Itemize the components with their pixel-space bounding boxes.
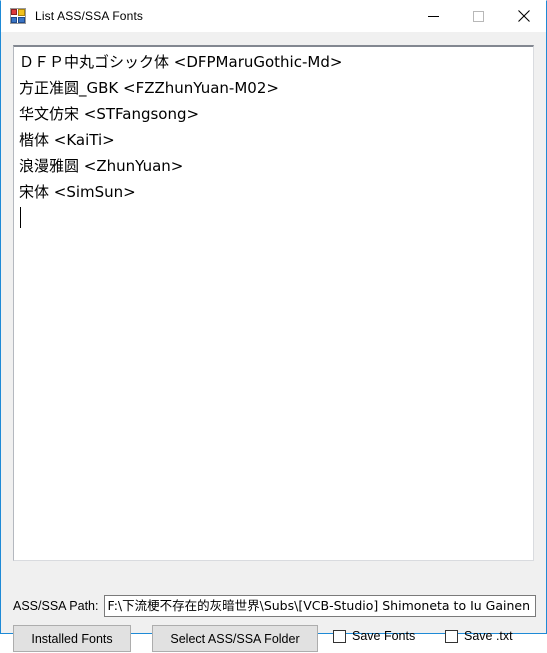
text-caret — [20, 207, 21, 228]
checkbox-box-icon[interactable] — [333, 629, 346, 643]
window-controls — [411, 1, 546, 31]
window-title: List ASS/SSA Fonts — [35, 9, 144, 23]
save-fonts-label: Save Fonts — [352, 629, 416, 643]
title-bar[interactable]: List ASS/SSA Fonts — [1, 1, 546, 32]
minimize-button[interactable] — [411, 1, 456, 31]
close-button[interactable] — [501, 1, 546, 31]
font-list-item: 宋体 <SimSun> — [19, 183, 136, 201]
client-area: ＤＦＰ中丸ゴシック体 <DFPMaruGothic-Md> 方正准圆_GBK <… — [1, 32, 546, 652]
save-txt-label: Save .txt — [464, 629, 513, 643]
installed-fonts-button[interactable]: Installed Fonts — [13, 625, 131, 652]
minimize-icon — [428, 15, 439, 17]
font-list-item: 华文仿宋 <STFangsong> — [19, 105, 200, 123]
maximize-button[interactable] — [456, 1, 501, 31]
close-icon — [517, 10, 530, 22]
font-list-item: 浪漫雅圆 <ZhunYuan> — [19, 157, 184, 175]
text-caret-line — [17, 205, 533, 231]
application-window: List ASS/SSA Fonts ＤＦＰ中丸ゴシック体 <DFPMaruGo… — [0, 0, 547, 652]
maximize-icon — [473, 10, 484, 22]
font-list: ＤＦＰ中丸ゴシック体 <DFPMaruGothic-Md> 方正准圆_GBK <… — [17, 49, 533, 231]
path-input[interactable]: F:\下流梗不存在的灰暗世界\Subs\[VCB-Studio] Shimone… — [104, 594, 536, 617]
font-list-item: ＤＦＰ中丸ゴシック体 <DFPMaruGothic-Md> — [19, 53, 343, 71]
font-list-item: 方正准圆_GBK <FZZhunYuan-M02> — [19, 79, 279, 97]
select-ass-ssa-folder-button[interactable]: Select ASS/SSA Folder — [152, 625, 318, 652]
font-list-item: 楷体 <KaiTi> — [19, 131, 115, 149]
path-row: ASS/SSA Path: F:\下流梗不存在的灰暗世界\Subs\[VCB-S… — [13, 594, 536, 617]
save-txt-checkbox[interactable]: Save .txt — [445, 629, 513, 643]
save-fonts-checkbox[interactable]: Save Fonts — [333, 629, 415, 643]
application-icon — [10, 8, 26, 24]
path-label: ASS/SSA Path: — [13, 598, 99, 613]
checkbox-box-icon[interactable] — [445, 629, 458, 643]
font-list-textbox[interactable]: ＤＦＰ中丸ゴシック体 <DFPMaruGothic-Md> 方正准圆_GBK <… — [13, 45, 534, 561]
action-row: Installed Fonts Select ASS/SSA Folder Sa… — [13, 625, 536, 653]
